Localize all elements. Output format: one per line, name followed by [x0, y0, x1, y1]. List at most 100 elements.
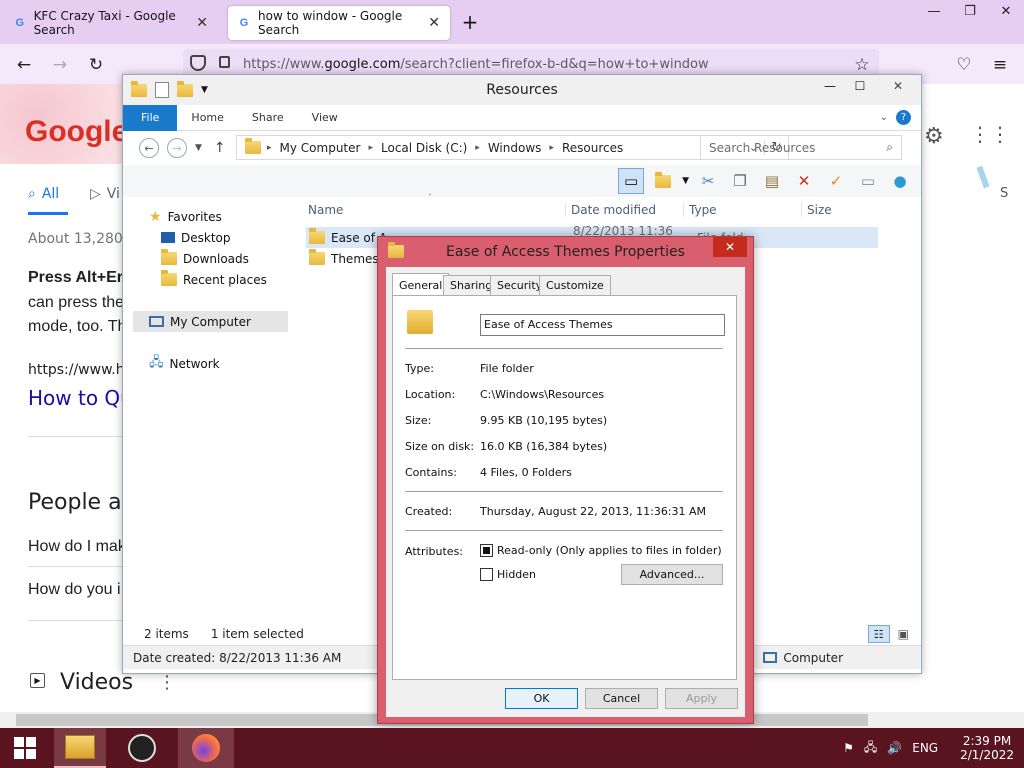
nav-my-computer[interactable]: My Computer — [133, 311, 288, 332]
search-box[interactable]: Search Resources ⌕ — [700, 135, 902, 160]
divider — [28, 566, 124, 567]
properties-icon[interactable] — [155, 82, 169, 98]
tab-videos[interactable]: ▷ Vi — [90, 186, 120, 202]
close-tab-icon[interactable]: ✕ — [428, 15, 440, 31]
large-icons-view-icon[interactable]: ▣ — [898, 627, 909, 641]
help-icon[interactable]: ? — [896, 110, 911, 125]
column-type[interactable]: Type — [683, 203, 801, 217]
back-icon[interactable]: ← — [139, 138, 159, 158]
column-size[interactable]: Size — [801, 203, 881, 217]
more-vert-icon[interactable]: ⋮ — [158, 672, 176, 693]
browser-tab-active[interactable]: G how to window - Google Search ✕ — [228, 6, 450, 40]
column-name[interactable]: Name — [303, 203, 565, 217]
taskbar-file-explorer[interactable] — [54, 728, 106, 768]
apply-button[interactable]: Apply — [665, 688, 738, 709]
restore-icon[interactable]: ❐ — [952, 0, 988, 22]
dialog-titlebar[interactable]: Ease of Access Themes Properties — [378, 237, 753, 267]
volume-icon[interactable]: 🔊 — [887, 741, 902, 755]
forward-icon[interactable]: → — [167, 138, 187, 158]
network-icon[interactable]: 🖧 — [864, 738, 877, 759]
breadcrumb-my-computer[interactable]: My Computer — [280, 141, 361, 155]
obs-icon — [128, 734, 156, 762]
question-1[interactable]: How do I mak — [28, 538, 126, 556]
google-logo[interactable]: Google — [25, 115, 128, 149]
advanced-button[interactable]: Advanced... — [621, 564, 723, 585]
breadcrumb-local-disk[interactable]: Local Disk (C:) — [381, 141, 467, 155]
minimize-icon[interactable]: — — [916, 0, 952, 22]
nav-desktop[interactable]: Desktop — [161, 227, 231, 248]
quick-access-toolbar: ▼ — [131, 80, 208, 98]
close-tab-icon[interactable]: ✕ — [196, 15, 208, 31]
shield-icon[interactable] — [190, 55, 206, 71]
dropdown-icon[interactable]: ▼ — [682, 176, 689, 186]
delete-icon[interactable]: ✕ — [791, 168, 817, 194]
reload-icon[interactable]: ↻ — [84, 53, 108, 77]
nav-network[interactable]: 🖧 Network — [149, 353, 220, 374]
explorer-titlebar[interactable]: Resources — [123, 75, 921, 105]
recent-dropdown-icon[interactable]: ▼ — [195, 143, 202, 153]
column-date-modified[interactable]: Date modified — [565, 203, 683, 217]
ribbon-tab-share[interactable]: Share — [238, 105, 298, 131]
cancel-button[interactable]: Cancel — [585, 688, 658, 709]
readonly-checkbox-row[interactable]: Read-only (Only applies to files in fold… — [480, 544, 722, 557]
settings-gear-icon[interactable]: ⚙ — [924, 124, 944, 149]
check-icon[interactable]: ✓ — [823, 168, 849, 194]
ok-button[interactable]: OK — [505, 688, 578, 709]
rename-icon[interactable]: ▭ — [855, 168, 881, 194]
readonly-checkbox[interactable] — [480, 544, 493, 557]
details-view-icon[interactable]: ☷ — [867, 625, 890, 643]
up-icon[interactable]: ↑ — [214, 140, 226, 156]
question-2[interactable]: How do you i — [28, 581, 121, 599]
dialog-close-button[interactable]: ✕ — [713, 237, 747, 257]
maximize-icon[interactable]: ☐ — [845, 75, 875, 97]
cut-icon[interactable]: ✂ — [695, 168, 721, 194]
back-icon[interactable]: ← — [12, 53, 36, 77]
file-name: Themes — [331, 251, 379, 266]
apps-grid-icon[interactable]: ⋮⋮ — [970, 122, 1010, 146]
taskbar-obs[interactable] — [118, 728, 166, 768]
menu-icon[interactable]: ≡ — [988, 53, 1012, 77]
language-indicator[interactable]: ENG — [912, 741, 938, 755]
start-button[interactable] — [0, 728, 50, 768]
nav-downloads[interactable]: Downloads — [161, 248, 249, 269]
nav-recent-places[interactable]: Recent places — [161, 269, 267, 290]
hidden-checkbox[interactable] — [480, 568, 493, 581]
new-tab-button[interactable]: + — [458, 10, 482, 34]
folder-name-input[interactable]: Ease of Access Themes — [480, 314, 725, 336]
tab-customize[interactable]: Customize — [539, 275, 611, 295]
flag-icon[interactable]: ⚑ — [843, 741, 854, 755]
ribbon-tab-home[interactable]: Home — [177, 105, 237, 131]
lock-icon[interactable] — [219, 56, 230, 68]
hidden-checkbox-row[interactable]: Hidden — [480, 568, 536, 581]
taskbar-firefox[interactable] — [178, 728, 234, 768]
minimize-icon[interactable]: — — [815, 75, 845, 97]
ribbon-tab-view[interactable]: View — [298, 105, 352, 131]
tab-general[interactable]: General — [392, 273, 450, 296]
select-folder-icon[interactable] — [650, 168, 676, 194]
browser-tab-kfc[interactable]: G KFC Crazy Taxi - Google Search ✕ — [4, 6, 218, 40]
nav-favorites[interactable]: ★ Favorites — [149, 206, 222, 227]
breadcrumb-windows[interactable]: Windows — [488, 141, 542, 155]
contains-label: Contains: — [405, 466, 457, 479]
breadcrumb-resources[interactable]: Resources — [562, 141, 623, 155]
new-folder-icon[interactable] — [177, 80, 193, 97]
clock[interactable]: 2:39 PM 2/1/2022 — [960, 734, 1014, 762]
folder-icon — [245, 138, 261, 154]
forward-icon[interactable]: → — [48, 53, 72, 77]
globe-icon[interactable]: ● — [887, 168, 913, 194]
dropdown-icon[interactable]: ▼ — [201, 85, 208, 95]
ribbon-expand-icon[interactable]: ⌄ — [880, 112, 888, 123]
close-icon[interactable]: ✕ — [988, 0, 1024, 22]
file-row[interactable]: Themes — [306, 248, 379, 269]
ribbon-tab-file[interactable]: File — [123, 104, 178, 131]
paste-icon[interactable]: ▤ — [759, 168, 785, 194]
recent-places-icon — [161, 270, 177, 286]
size-on-disk-label: Size on disk: — [405, 440, 475, 453]
search-placeholder: Search Resources — [709, 140, 816, 155]
close-icon[interactable]: ✕ — [875, 75, 921, 97]
preview-pane-icon[interactable]: ▭ — [618, 168, 645, 194]
tab-all[interactable]: ⌕ All — [28, 186, 59, 202]
result-link[interactable]: How to Qu — [28, 386, 133, 410]
pocket-icon[interactable]: ♡ — [952, 53, 976, 77]
copy-icon[interactable]: ❐ — [727, 168, 753, 194]
